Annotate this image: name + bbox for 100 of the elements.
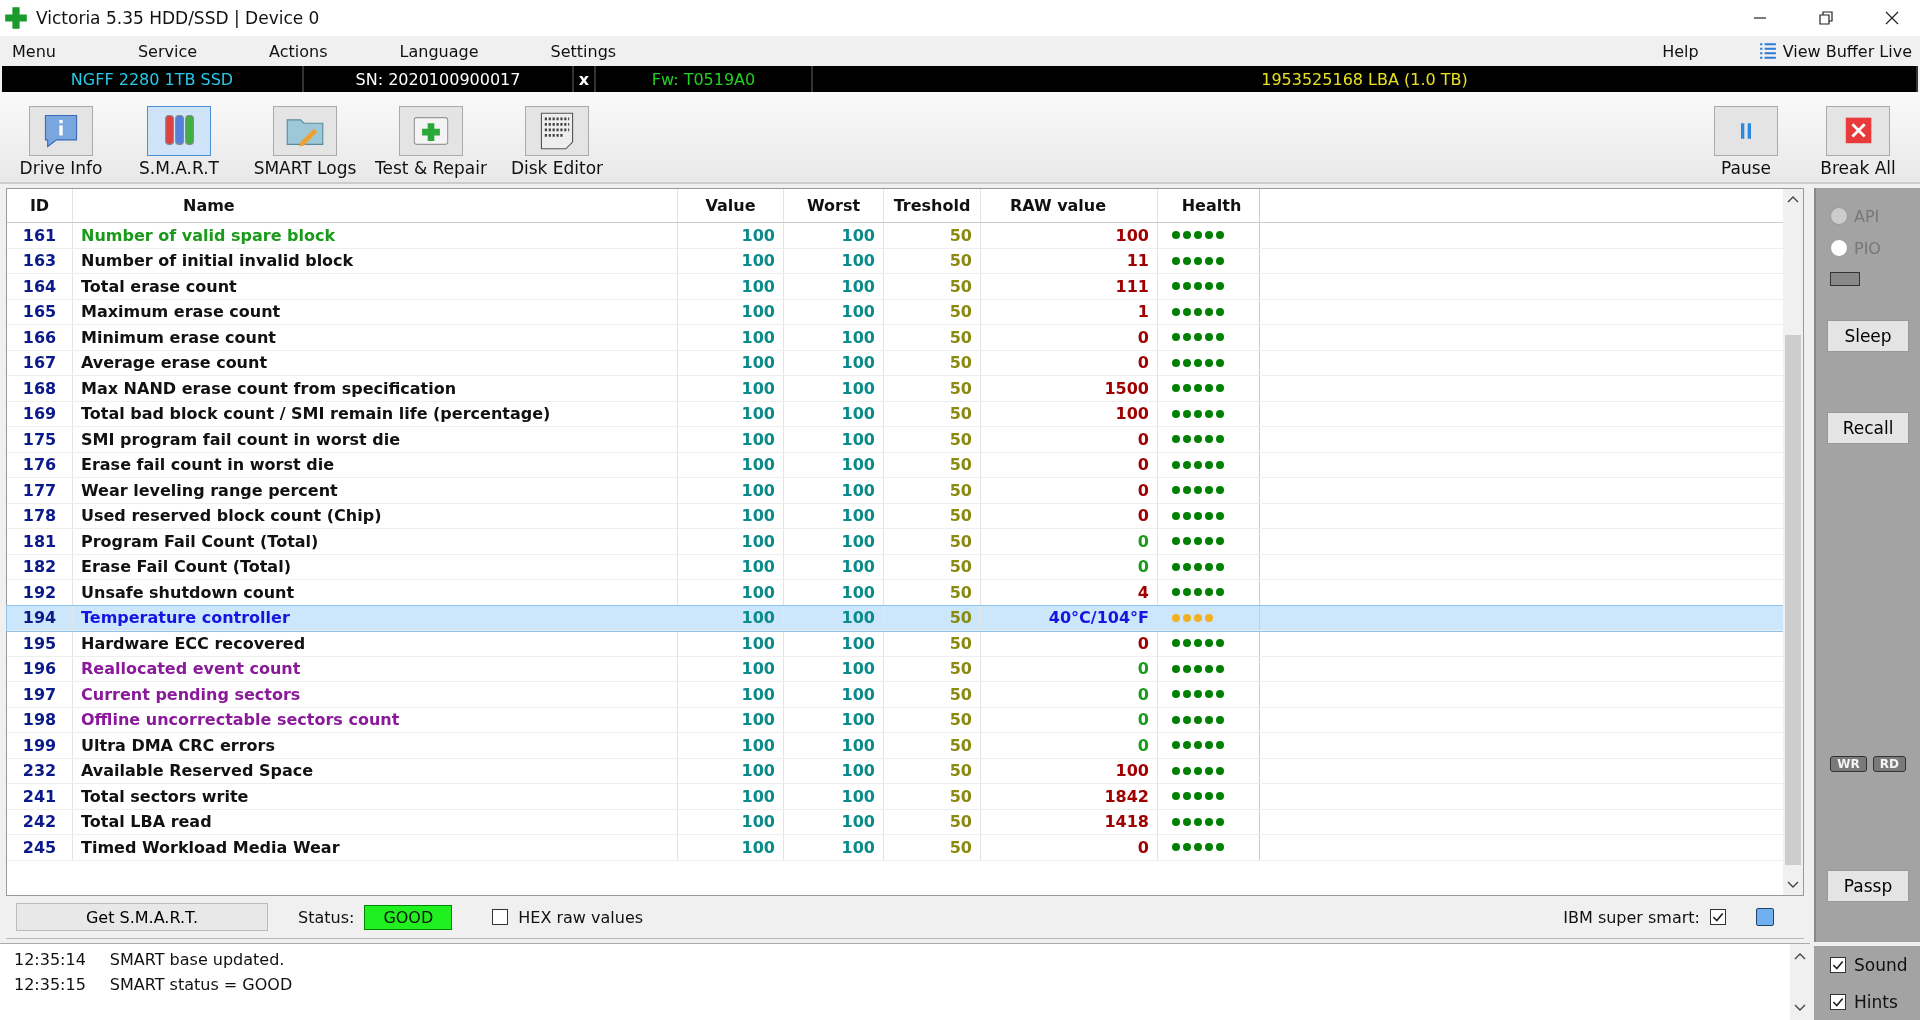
checkbox-label[interactable]: Hints: [1854, 991, 1898, 1012]
table-row[interactable]: 166 Minimum erase count 100 100 50 0: [7, 325, 1783, 351]
table-row[interactable]: 181 Program Fail Count (Total) 100 100 50 0: [7, 529, 1783, 555]
raw-value-cell: 100: [981, 758, 1158, 783]
threshold-cell: 50: [884, 605, 981, 630]
worst-cell: 100: [784, 248, 884, 273]
attribute-name-cell: Erase fail count in worst die: [73, 452, 678, 477]
toolbar-button[interactable]: S.M.A.R.T: [116, 106, 242, 178]
worst-cell: 100: [784, 707, 884, 732]
radio-button[interactable]: [1830, 239, 1848, 257]
table-row[interactable]: 242 Total LBA read 100 100 50 1418: [7, 809, 1783, 835]
menu-item[interactable]: Actions: [259, 41, 338, 61]
checkbox-label[interactable]: Sound: [1854, 954, 1908, 975]
checkbox[interactable]: [492, 909, 509, 925]
table-row[interactable]: 175 SMI program fail count in worst die 100 100 50 0: [7, 427, 1783, 453]
column-header[interactable]: Health: [1158, 189, 1260, 222]
menu-item[interactable]: Language: [389, 41, 489, 61]
get-smart-button[interactable]: Get S.M.A.R.T.: [16, 903, 268, 931]
attribute-name-cell: Offline uncorrectable sectors count: [73, 707, 678, 732]
table-row[interactable]: 195 Hardware ECC recovered 100 100 50 0: [7, 631, 1783, 657]
attribute-name-cell: Total LBA read: [73, 809, 678, 834]
attribute-name-cell: Number of valid spare block: [73, 223, 678, 248]
checkbox-label[interactable]: HEX raw values: [518, 907, 644, 927]
attribute-name-cell: Program Fail Count (Total): [73, 529, 678, 554]
table-row[interactable]: 176 Erase fail count in worst die 100 100 50 0: [7, 452, 1783, 478]
worst-cell: 100: [784, 733, 884, 758]
raw-value-cell: 1842: [981, 784, 1158, 809]
raw-value-cell: 111: [981, 274, 1158, 299]
column-header[interactable]: Worst: [784, 189, 884, 222]
column-header[interactable]: Name: [73, 189, 678, 222]
table-row[interactable]: 168 Max NAND erase count from specification 100 100 50 1500: [7, 376, 1783, 402]
table-row[interactable]: 182 Erase Fail Count (Total) 100 100 50 0: [7, 554, 1783, 580]
value-cell: 100: [678, 835, 784, 860]
value-cell: 100: [678, 529, 784, 554]
column-header[interactable]: RAW value: [981, 189, 1158, 222]
table-row[interactable]: 197 Current pending sectors 100 100 50 0: [7, 682, 1783, 708]
menu-item[interactable]: Service: [127, 41, 208, 61]
toolbar-button[interactable]: Drive Info: [6, 106, 116, 178]
status-value: GOOD: [364, 904, 453, 930]
column-header[interactable]: Value: [678, 189, 784, 222]
restore-icon[interactable]: [1818, 10, 1834, 26]
pause-icon: [1741, 123, 1751, 139]
checkbox[interactable]: [1830, 993, 1846, 1010]
raw-value-cell: 0: [981, 452, 1158, 477]
raw-value-cell: 1500: [981, 376, 1158, 401]
table-row[interactable]: 163 Number of initial invalid block 100 100 50 11: [7, 248, 1783, 274]
table-row[interactable]: 165 Maximum erase count 100 100 50 1: [7, 299, 1783, 325]
table-row[interactable]: 164 Total erase count 100 100 50 111: [7, 274, 1783, 300]
threshold-cell: 50: [884, 248, 981, 273]
sleep-button[interactable]: Sleep: [1827, 320, 1909, 352]
table-row[interactable]: 178 Used reserved block count (Chip) 100 100 50 0: [7, 503, 1783, 529]
table-row[interactable]: 232 Available Reserved Space 100 100 50 100: [7, 758, 1783, 784]
threshold-cell: 50: [884, 274, 981, 299]
id-cell: 176: [7, 452, 73, 477]
recall-button[interactable]: Recall: [1827, 412, 1909, 444]
id-cell: 178: [7, 503, 73, 528]
scroll-up-icon[interactable]: [1794, 952, 1806, 960]
table-row[interactable]: 199 Ultra DMA CRC errors 100 100 50 0: [7, 733, 1783, 759]
id-cell: 198: [7, 707, 73, 732]
table-row[interactable]: 245 Timed Workload Media Wear 100 100 50 0: [7, 835, 1783, 861]
column-header[interactable]: ID: [7, 189, 73, 222]
table-row[interactable]: 161 Number of valid spare block 100 100 50 100: [7, 223, 1783, 249]
toolbar-button[interactable]: SMART Logs: [242, 106, 368, 178]
table-row[interactable]: 167 Average erase count 100 100 50 0: [7, 350, 1783, 376]
toolbar-button[interactable]: Break All: [1802, 106, 1914, 178]
table-row[interactable]: 169 Total bad block count / SMI remain life (percentage) 100 100 50 100: [7, 401, 1783, 427]
close-icon[interactable]: [1884, 10, 1900, 26]
id-cell: 194: [7, 605, 73, 630]
table-row[interactable]: 241 Total sectors write 100 100 50 1842: [7, 784, 1783, 810]
raw-value-cell: 0: [981, 682, 1158, 707]
raw-value-cell: 0: [981, 554, 1158, 579]
menu-item[interactable]: Settings: [540, 41, 627, 61]
checkbox[interactable]: [1710, 909, 1726, 925]
raw-value-cell: 40°C/104°F: [981, 605, 1158, 630]
table-row[interactable]: 177 Wear leveling range percent 100 100 50 0: [7, 478, 1783, 504]
table-row[interactable]: 196 Reallocated event count 100 100 50 0: [7, 656, 1783, 682]
scroll-down-icon[interactable]: [1787, 881, 1799, 889]
view-buffer-button[interactable]: View Buffer Live: [1758, 41, 1920, 61]
scrollbar[interactable]: [1783, 189, 1803, 895]
menu-item[interactable]: Menu: [2, 41, 66, 61]
toolbar-button[interactable]: Pause: [1690, 106, 1802, 178]
log-message: SMART status = GOOD: [109, 975, 293, 994]
scroll-up-icon[interactable]: [1787, 195, 1799, 203]
scroll-down-icon[interactable]: [1794, 1004, 1806, 1012]
log-time: 12:35:14: [14, 950, 86, 969]
table-row[interactable]: 198 Offline uncorrectable sectors count 100 100 50 0: [7, 707, 1783, 733]
worst-cell: 100: [784, 427, 884, 452]
menu-item[interactable]: Help: [1652, 41, 1709, 61]
passp-button[interactable]: Passp: [1827, 870, 1909, 902]
attribute-name-cell: Average erase count: [73, 350, 678, 375]
column-header[interactable]: Treshold: [884, 189, 981, 222]
table-row[interactable]: 194 Temperature controller 100 100 50 40°C/104°F: [7, 605, 1783, 631]
worst-cell: 100: [784, 656, 884, 681]
checkbox-label[interactable]: IBM super smart:: [1563, 907, 1700, 927]
checkbox[interactable]: [1830, 956, 1846, 973]
threshold-cell: 50: [884, 376, 981, 401]
toolbar-button[interactable]: Disk Editor: [494, 106, 620, 178]
toolbar-button[interactable]: Test & Repair: [368, 106, 494, 178]
value-cell: 100: [678, 733, 784, 758]
raw-value-cell: 11: [981, 248, 1158, 273]
